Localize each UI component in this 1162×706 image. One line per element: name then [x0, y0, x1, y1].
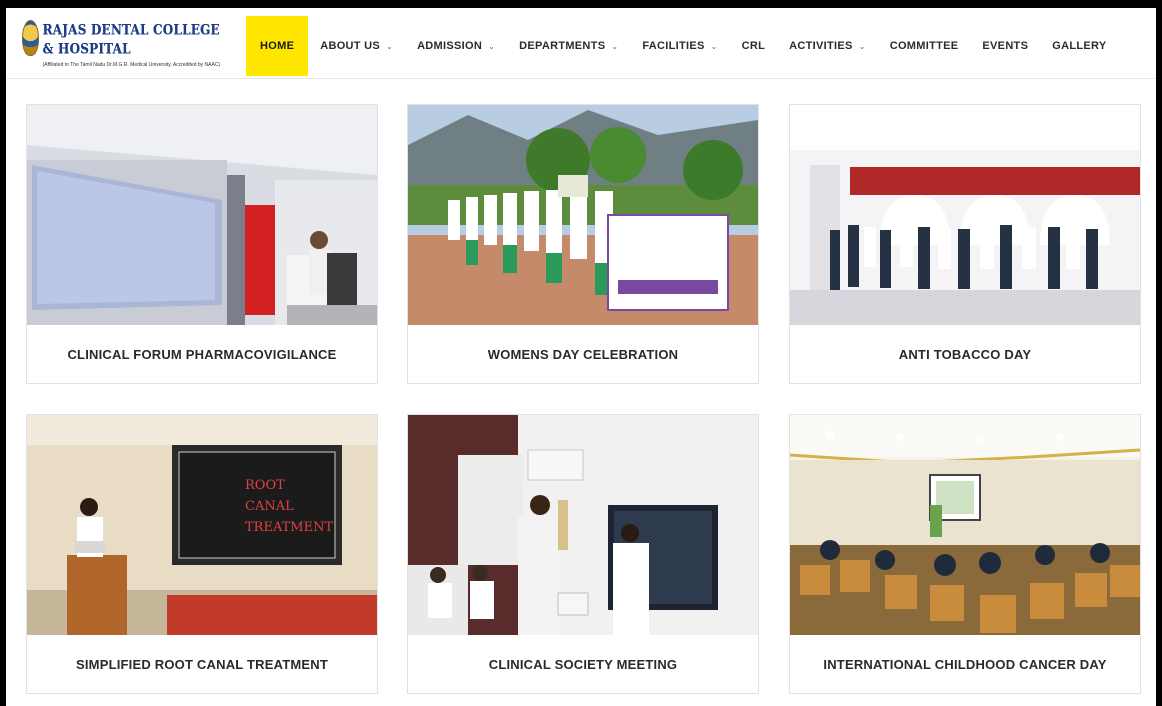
main-nav: HOME ABOUT US ⌄ ADMISSION ⌄ DEPARTMENTS ⌄ F…: [246, 16, 1118, 76]
nav-activities-label: ACTIVITIES: [789, 40, 853, 52]
event-card-title[interactable]: CLINICAL SOCIETY MEETING: [408, 635, 758, 693]
chevron-down-icon: ⌄: [710, 41, 718, 51]
event-photo[interactable]: ROOT CANAL TREATMENT: [27, 415, 377, 635]
page-frame: RAJAS DENTAL COLLEGE & HOSPITAL (Affilia…: [6, 8, 1156, 706]
event-card-title[interactable]: CLINICAL FORUM PHARMACOVIGILANCE: [27, 325, 377, 383]
event-photo[interactable]: [790, 415, 1140, 635]
nav-activities[interactable]: ACTIVITIES ⌄: [777, 16, 878, 76]
event-photo[interactable]: [27, 105, 377, 325]
nav-about-us[interactable]: ABOUT US ⌄: [308, 16, 405, 76]
event-card-title[interactable]: SIMPLIFIED ROOT CANAL TREATMENT: [27, 635, 377, 693]
college-emblem-icon: [22, 20, 39, 56]
nav-facilities-label: FACILITIES: [642, 40, 705, 52]
event-photo[interactable]: [408, 415, 758, 635]
event-card-title[interactable]: ANTI TOBACCO DAY: [790, 325, 1140, 383]
nav-events[interactable]: EVENTS: [970, 16, 1040, 76]
nav-committee-label: COMMITTEE: [889, 40, 959, 52]
logo-text: RAJAS DENTAL COLLEGE & HOSPITAL (Affilia…: [43, 20, 222, 68]
event-photo[interactable]: [408, 105, 758, 325]
nav-facilities[interactable]: FACILITIES ⌄: [630, 16, 729, 76]
event-card-root-canal[interactable]: ROOT CANAL TREATMENT SIMPLIFIED ROOT CAN…: [26, 414, 378, 694]
event-card-title[interactable]: INTERNATIONAL CHILDHOOD CANCER DAY: [790, 635, 1140, 693]
nav-gallery[interactable]: GALLERY: [1040, 16, 1118, 76]
event-card-clinical-society[interactable]: CLINICAL SOCIETY MEETING: [407, 414, 759, 694]
event-card-childhood-cancer[interactable]: INTERNATIONAL CHILDHOOD CANCER DAY: [789, 414, 1141, 694]
nav-events-label: EVENTS: [982, 40, 1029, 52]
slide-text-canal: CANAL: [245, 499, 294, 514]
event-photo[interactable]: [790, 105, 1140, 325]
nav-crl-label: CRL: [741, 40, 766, 52]
nav-home[interactable]: HOME: [246, 16, 309, 76]
slide-text-treatment: TREATMENT: [245, 520, 333, 535]
nav-departments-label: DEPARTMENTS: [519, 40, 606, 52]
chevron-down-icon: ⌄: [488, 41, 496, 51]
nav-gallery-label: GALLERY: [1052, 40, 1107, 52]
logo-subtitle: (Affiliated to The Tamil Nadu Dr.M.G.R. …: [42, 62, 221, 68]
slide-text-root: ROOT: [245, 478, 285, 493]
event-card-womens-day[interactable]: WOMENS DAY CELEBRATION: [407, 104, 759, 384]
chevron-down-icon: ⌄: [386, 41, 394, 51]
nav-committee[interactable]: COMMITTEE: [878, 16, 971, 76]
logo-title: RAJAS DENTAL COLLEGE & HOSPITAL: [42, 21, 220, 58]
nav-about-us-label: ABOUT US: [320, 40, 381, 52]
nav-crl[interactable]: CRL: [730, 16, 778, 76]
chevron-down-icon: ⌄: [858, 41, 866, 51]
nav-admission-label: ADMISSION: [417, 40, 483, 52]
site-header: RAJAS DENTAL COLLEGE & HOSPITAL (Affilia…: [6, 8, 1156, 79]
site-logo[interactable]: RAJAS DENTAL COLLEGE & HOSPITAL (Affilia…: [22, 20, 222, 68]
event-card-anti-tobacco[interactable]: ANTI TOBACCO DAY: [789, 104, 1141, 384]
chevron-down-icon: ⌄: [611, 41, 619, 51]
event-card-clinical-forum[interactable]: CLINICAL FORUM PHARMACOVIGILANCE: [26, 104, 378, 384]
event-card-title[interactable]: WOMENS DAY CELEBRATION: [408, 325, 758, 383]
nav-admission[interactable]: ADMISSION ⌄: [405, 16, 507, 76]
nav-departments[interactable]: DEPARTMENTS ⌄: [507, 16, 630, 76]
nav-home-label: HOME: [260, 40, 295, 52]
